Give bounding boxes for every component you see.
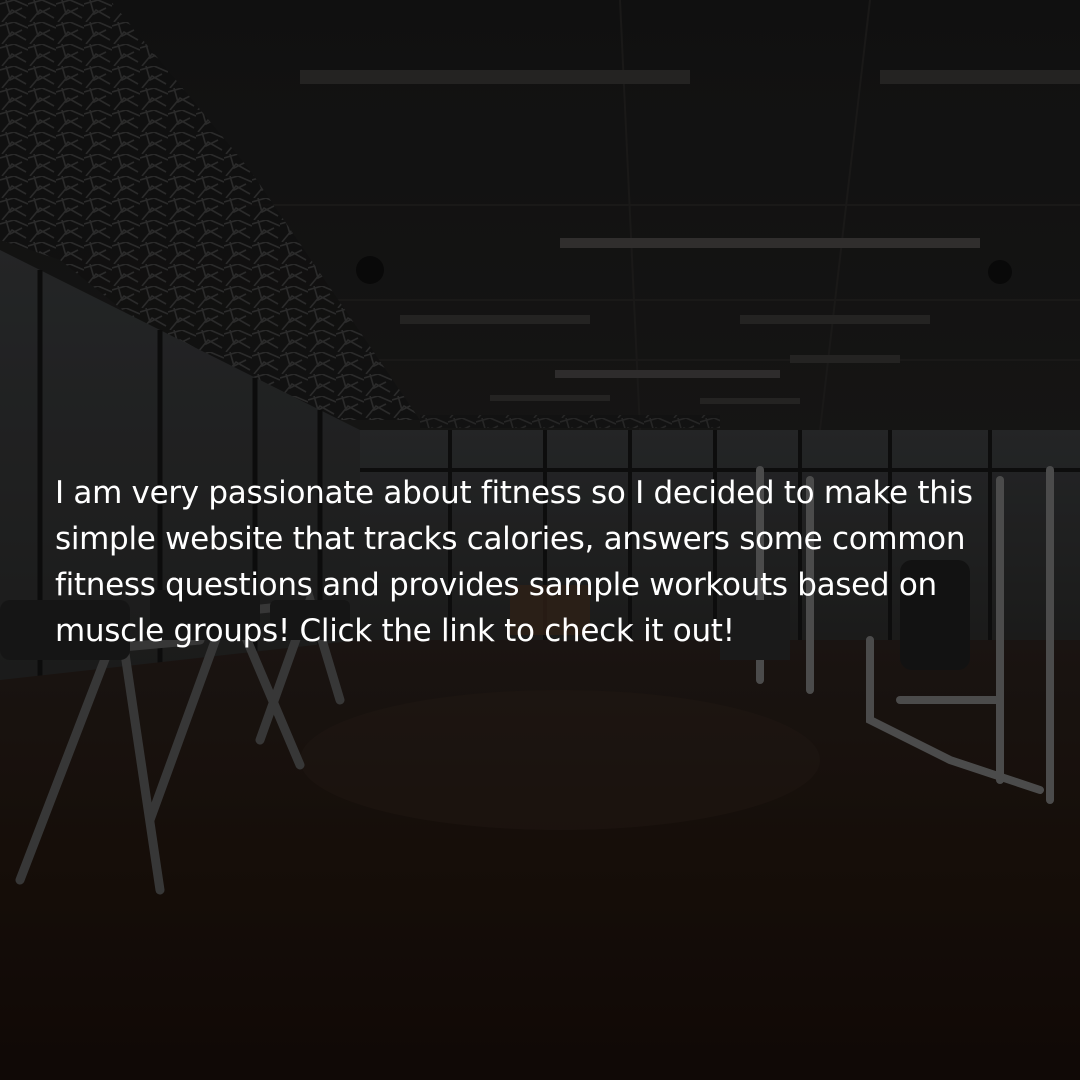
post-canvas: I am very passionate about fitness so I …: [0, 0, 1080, 1080]
post-caption: I am very passionate about fitness so I …: [55, 475, 973, 649]
